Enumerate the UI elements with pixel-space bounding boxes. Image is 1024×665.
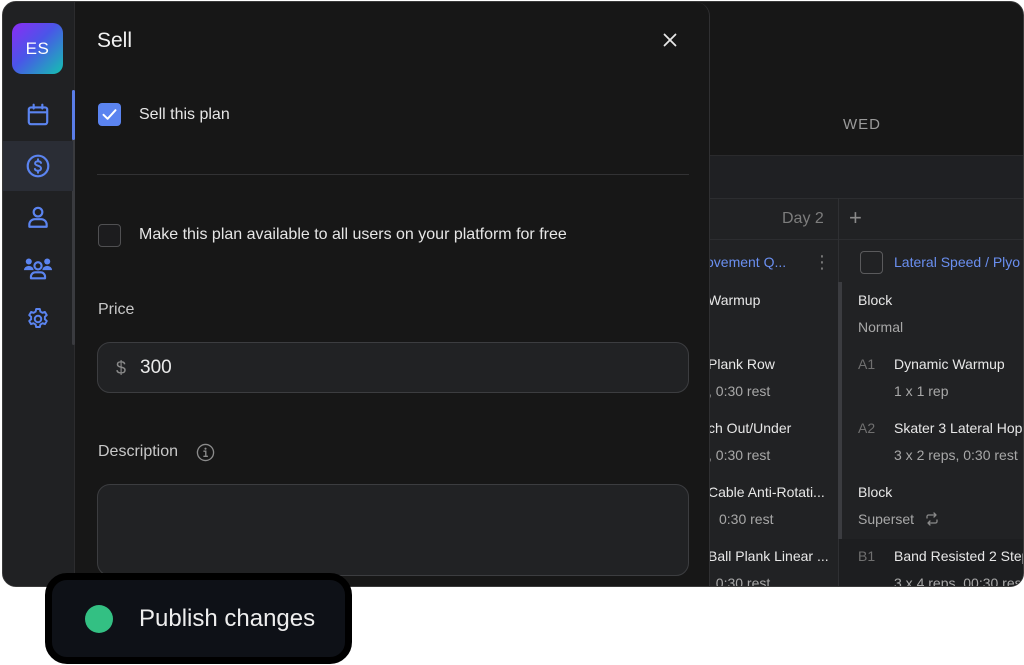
exercise-name[interactable]: Plank Row bbox=[708, 356, 775, 372]
exercise-name[interactable]: Warmup bbox=[708, 292, 760, 308]
avatar[interactable]: ES bbox=[12, 23, 63, 74]
workout-title-link[interactable]: Lateral Speed / Plyo bbox=[894, 254, 1020, 270]
exercise-code: B1 bbox=[858, 548, 876, 564]
sidebar-item-calendar[interactable] bbox=[3, 90, 73, 140]
exercise-name[interactable]: ch Out/Under bbox=[708, 420, 791, 436]
user-icon bbox=[28, 206, 48, 228]
price-input[interactable]: $ 300 bbox=[97, 342, 689, 393]
sidebar-item-profile[interactable] bbox=[3, 192, 73, 242]
block-indicator-bar bbox=[838, 282, 842, 539]
panel-title: Sell bbox=[97, 29, 133, 52]
repeat-icon bbox=[926, 512, 938, 526]
description-label: Description bbox=[98, 443, 179, 460]
workout-select-checkbox[interactable] bbox=[860, 251, 883, 274]
plus-icon[interactable]: + bbox=[849, 206, 862, 230]
exercise-code: A1 bbox=[858, 356, 876, 372]
sell-plan-label[interactable]: Sell this plan bbox=[139, 106, 230, 124]
price-value[interactable]: 300 bbox=[140, 357, 172, 379]
free-plan-checkbox[interactable] bbox=[98, 224, 121, 247]
exercise-detail: , 0:30 rest bbox=[708, 447, 771, 463]
close-icon bbox=[663, 33, 677, 47]
day-of-week-header: WED bbox=[843, 116, 881, 133]
status-dot-icon bbox=[85, 604, 113, 633]
exercise-detail: 3 x 4 reps, 00:30 rest bbox=[894, 575, 1024, 587]
block-label: Block bbox=[858, 484, 893, 500]
calendar-view: WED Day 2 + ovement Q... ⋮ Warmup Plank … bbox=[693, 2, 1023, 586]
block-label: Block bbox=[858, 292, 893, 308]
description-textarea[interactable] bbox=[97, 484, 689, 576]
info-icon[interactable] bbox=[196, 443, 215, 462]
calendar-band bbox=[693, 155, 1023, 198]
exercise-detail: 3 x 2 reps, 0:30 rest bbox=[894, 447, 1018, 463]
price-label: Price bbox=[98, 301, 135, 318]
dollar-circle-icon bbox=[26, 154, 50, 178]
sidebar-item-settings[interactable] bbox=[3, 294, 73, 344]
sidebar: ES bbox=[3, 2, 75, 586]
checkmark-icon bbox=[102, 109, 117, 120]
sidebar-item-groups[interactable] bbox=[3, 243, 73, 293]
exercise-name[interactable]: Ball Plank Linear ... bbox=[708, 548, 829, 564]
close-button[interactable] bbox=[659, 29, 681, 51]
publish-label: Publish changes bbox=[139, 604, 316, 632]
gear-icon bbox=[28, 308, 48, 328]
sidebar-item-sell[interactable] bbox=[3, 141, 73, 191]
sell-plan-checkbox[interactable] bbox=[98, 103, 121, 126]
sell-panel: Sell Sell this plan Make this plan avail… bbox=[76, 2, 710, 586]
kebab-menu-icon[interactable]: ⋮ bbox=[813, 252, 831, 272]
exercise-name[interactable]: Band Resisted 2 Step bbox=[894, 548, 1023, 564]
exercise-detail: 1 x 1 rep bbox=[894, 383, 949, 399]
free-plan-label[interactable]: Make this plan available to all users on… bbox=[139, 226, 567, 244]
workout-title-link[interactable]: ovement Q... bbox=[706, 254, 786, 270]
block-type: Superset bbox=[858, 511, 915, 527]
calendar-icon bbox=[27, 103, 49, 126]
exercise-detail: , 0:30 rest bbox=[708, 383, 771, 399]
currency-symbol: $ bbox=[116, 358, 127, 378]
publish-changes-button[interactable]: Publish changes bbox=[45, 573, 352, 664]
exercise-detail: 0:30 rest bbox=[719, 511, 774, 527]
exercise-name[interactable]: Dynamic Warmup bbox=[894, 356, 1005, 372]
exercise-name[interactable]: Skater 3 Lateral Hop bbox=[894, 420, 1022, 436]
section-divider bbox=[97, 174, 689, 175]
exercise-name[interactable]: Cable Anti-Rotati... bbox=[708, 484, 825, 500]
day-label: Day 2 bbox=[782, 210, 824, 227]
users-icon bbox=[23, 258, 53, 280]
app-window: WED Day 2 + ovement Q... ⋮ Warmup Plank … bbox=[2, 1, 1024, 587]
exercise-code: A2 bbox=[858, 420, 876, 436]
exercise-detail: , 0:30 rest bbox=[708, 575, 771, 587]
block-type: Normal bbox=[858, 319, 904, 335]
